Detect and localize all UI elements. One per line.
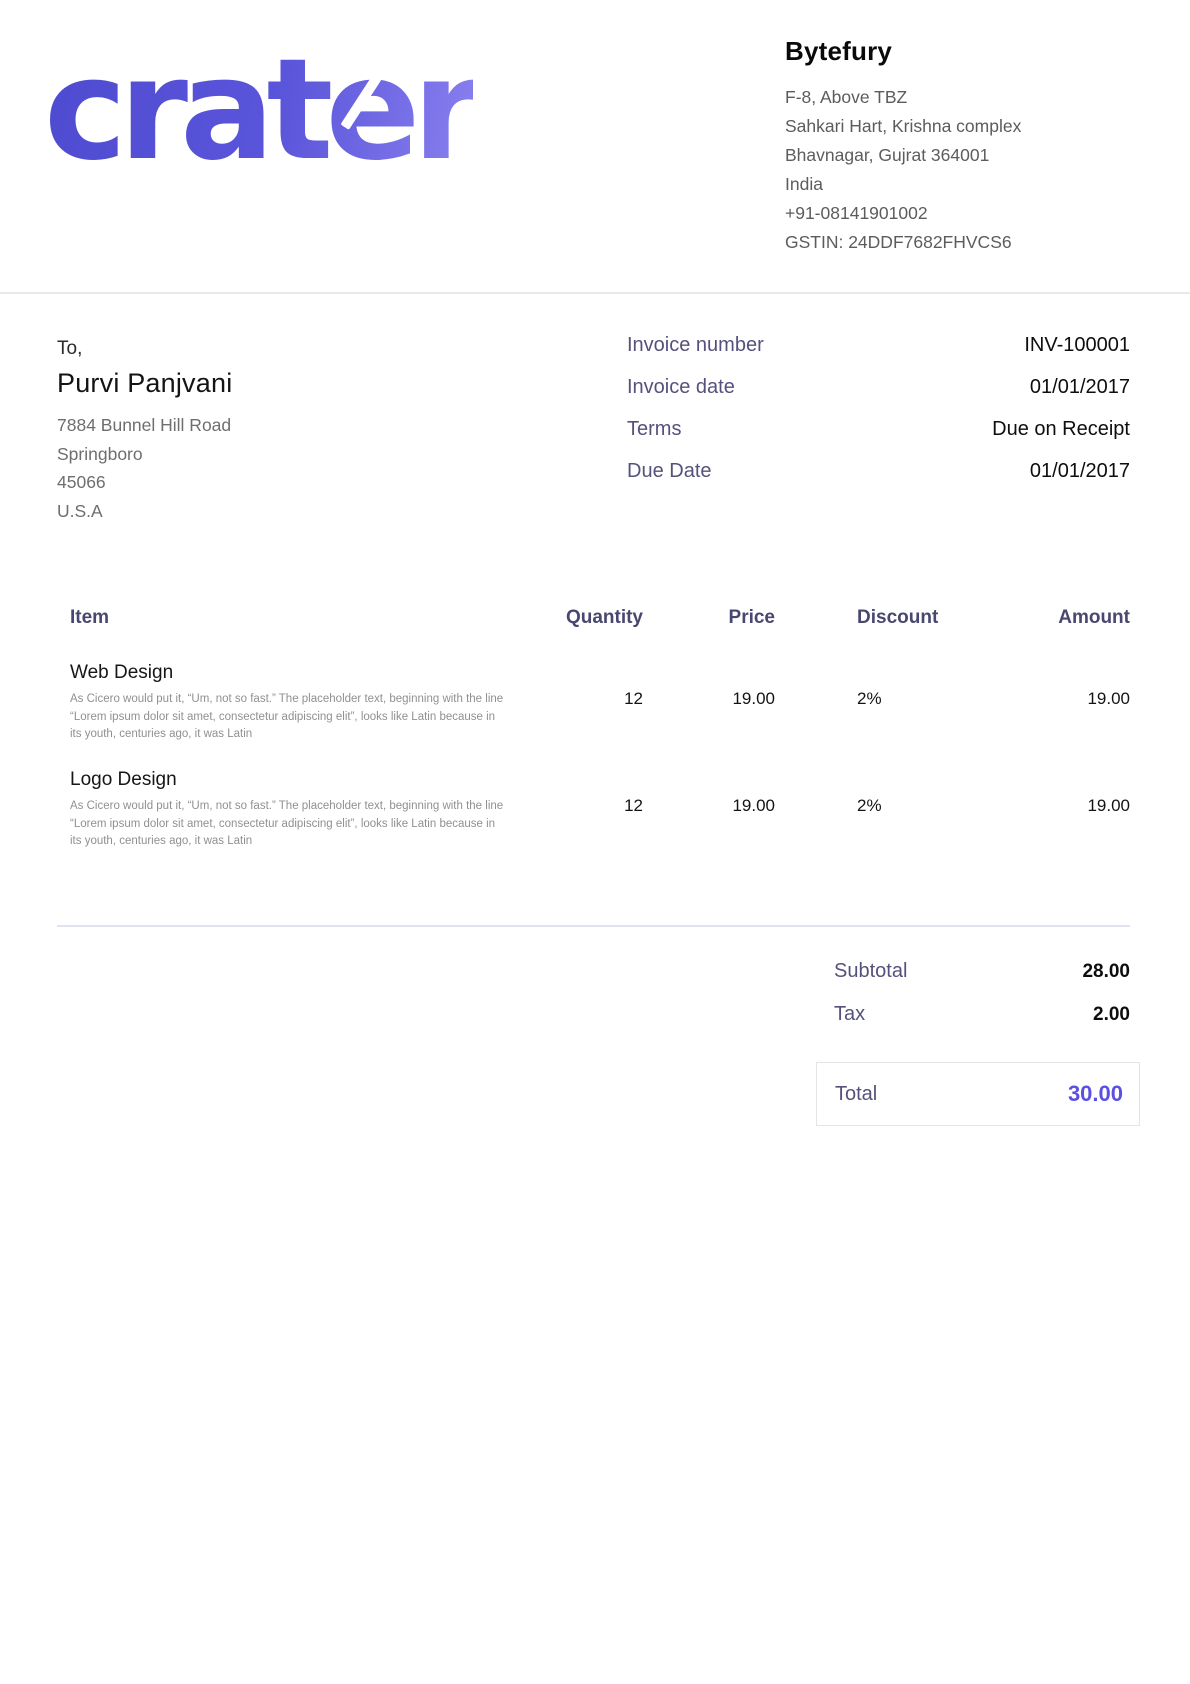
invoice-document: crater Bytefury F-8, Above TBZ Sahkari H… (0, 0, 1190, 1684)
item-amount: 19.00 (966, 660, 1130, 744)
subtotal-row: Subtotal 28.00 (834, 960, 1130, 1003)
invoice-date-value: 01/01/2017 (1030, 376, 1130, 399)
column-header-amount: Amount (966, 607, 1130, 629)
customer-name: Purvi Panjvani (57, 368, 232, 399)
item-cell: Web Design As Cicero would put it, “Um, … (57, 660, 527, 744)
company-address-line: India (785, 170, 1185, 199)
tax-value: 2.00 (1093, 1004, 1130, 1026)
logo-stencil-cut-icon (0, 120, 36, 168)
item-quantity: 12 (527, 767, 643, 851)
column-header-item: Item (57, 607, 527, 629)
due-date-value: 01/01/2017 (1030, 460, 1130, 483)
bill-to-block: To, Purvi Panjvani 7884 Bunnel Hill Road… (57, 338, 232, 525)
invoice-number-value: INV-100001 (1024, 334, 1130, 357)
item-discount: 2% (775, 767, 966, 851)
customer-address-line: Springboro (57, 440, 232, 469)
column-header-quantity: Quantity (527, 607, 643, 629)
column-header-price: Price (643, 607, 775, 629)
tax-row: Tax 2.00 (834, 1003, 1130, 1046)
company-info: Bytefury F-8, Above TBZ Sahkari Hart, Kr… (785, 36, 1185, 257)
meta-row-terms: Terms Due on Receipt (627, 418, 1130, 460)
terms-value: Due on Receipt (992, 418, 1130, 441)
customer-address-line: U.S.A (57, 497, 232, 526)
terms-label: Terms (627, 418, 681, 441)
item-price: 19.00 (643, 767, 775, 851)
item-description: As Cicero would put it, “Um, not so fast… (70, 691, 504, 744)
meta-row-due-date: Due Date 01/01/2017 (627, 460, 1130, 502)
total-box: Total 30.00 (816, 1062, 1140, 1126)
item-title: Logo Design (70, 767, 527, 793)
totals-summary: Subtotal 28.00 Tax 2.00 (834, 960, 1130, 1046)
item-title: Web Design (70, 660, 527, 686)
customer-address-line: 7884 Bunnel Hill Road (57, 411, 232, 440)
total-label: Total (835, 1083, 877, 1106)
crater-logo: crater (44, 36, 473, 186)
company-gstin: GSTIN: 24DDF7682FHVCS6 (785, 228, 1185, 257)
invoice-header: crater Bytefury F-8, Above TBZ Sahkari H… (0, 0, 1190, 294)
company-phone: +91-08141901002 (785, 199, 1185, 228)
total-value: 30.00 (1068, 1081, 1123, 1107)
items-table-header: Item Quantity Price Discount Amount (57, 607, 1130, 629)
subtotal-label: Subtotal (834, 960, 907, 983)
company-address-line: Sahkari Hart, Krishna complex (785, 112, 1185, 141)
due-date-label: Due Date (627, 460, 712, 483)
customer-address-line: 45066 (57, 468, 232, 497)
totals-divider (57, 925, 1130, 927)
company-address-line: F-8, Above TBZ (785, 83, 1185, 112)
table-row: Web Design As Cicero would put it, “Um, … (57, 660, 1130, 744)
item-quantity: 12 (527, 660, 643, 744)
company-name: Bytefury (785, 36, 1185, 67)
item-cell: Logo Design As Cicero would put it, “Um,… (57, 767, 527, 851)
invoice-number-label: Invoice number (627, 334, 764, 357)
invoice-date-label: Invoice date (627, 376, 735, 399)
meta-row-invoice-number: Invoice number INV-100001 (627, 334, 1130, 376)
tax-label: Tax (834, 1003, 865, 1026)
item-description: As Cicero would put it, “Um, not so fast… (70, 798, 504, 851)
bill-to-label: To, (57, 338, 232, 360)
crater-logo-text: crater (44, 29, 473, 192)
item-discount: 2% (775, 660, 966, 744)
subtotal-value: 28.00 (1082, 961, 1130, 983)
item-price: 19.00 (643, 660, 775, 744)
invoice-meta: Invoice number INV-100001 Invoice date 0… (627, 334, 1130, 502)
table-row: Logo Design As Cicero would put it, “Um,… (57, 767, 1130, 851)
item-amount: 19.00 (966, 767, 1130, 851)
meta-row-invoice-date: Invoice date 01/01/2017 (627, 376, 1130, 418)
column-header-discount: Discount (775, 607, 966, 629)
company-address-line: Bhavnagar, Gujrat 364001 (785, 141, 1185, 170)
